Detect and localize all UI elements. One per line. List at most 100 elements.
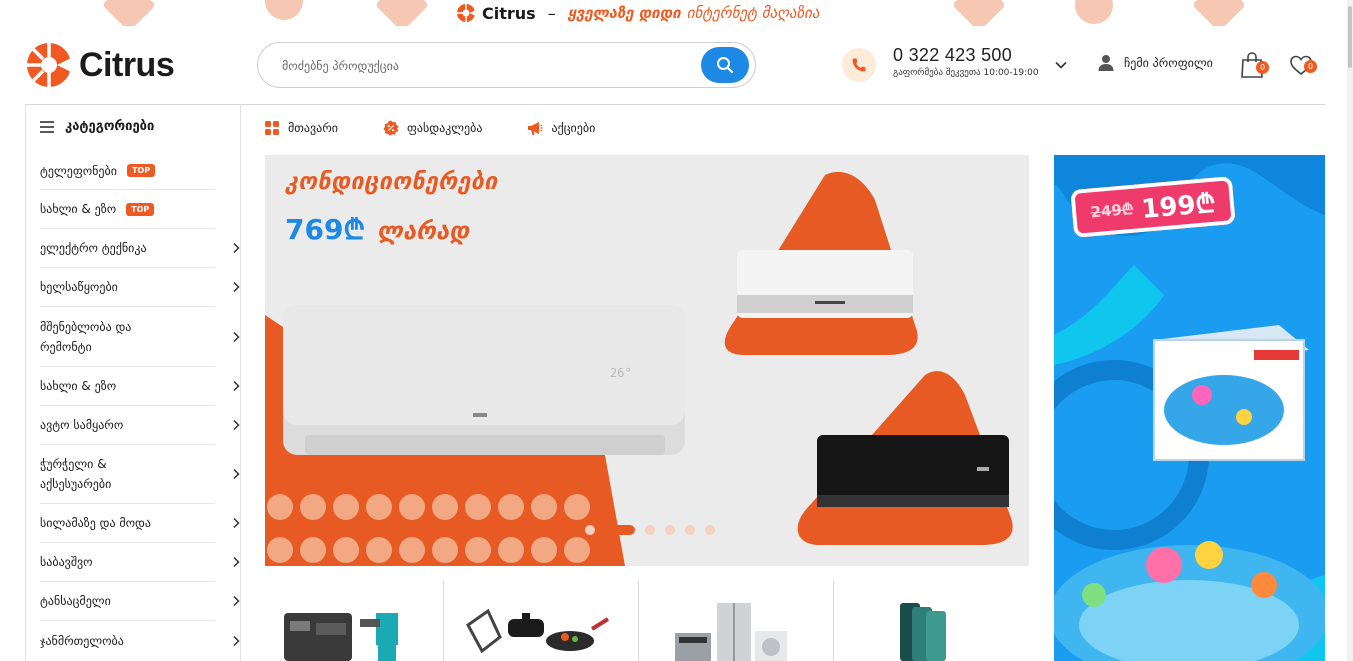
- chevron-right-icon: [233, 419, 240, 431]
- search-bar: [257, 42, 756, 88]
- appliances-image: [675, 603, 787, 661]
- phone-number[interactable]: 0 322 423 500: [893, 45, 1012, 66]
- tile-divider: [833, 581, 834, 661]
- banner-price-value: 769₾: [285, 213, 366, 246]
- chevron-down-icon[interactable]: [1054, 58, 1068, 72]
- category-item-health[interactable]: ჯანმრთელობა: [40, 621, 240, 660]
- category-label: ტანსაცმელი: [40, 594, 111, 608]
- tile-divider: [638, 581, 639, 661]
- chevron-right-icon: [233, 635, 240, 646]
- page-scrollbar[interactable]: [1347, 0, 1353, 661]
- categories-toggle[interactable]: კატეგორიები: [39, 119, 154, 134]
- promo-slogan-bold: ყველაზე დიდი: [567, 4, 681, 22]
- category-item-tableware[interactable]: ჭურჭელი & აქსესუარები: [40, 445, 240, 504]
- discount-icon: [383, 120, 399, 136]
- category-item-phones[interactable]: ტელეფონები TOP: [40, 152, 215, 190]
- profile-link[interactable]: ჩემი პროფილი: [1097, 54, 1213, 72]
- tile-phones[interactable]: [850, 581, 1000, 661]
- phone-icon[interactable]: [842, 48, 876, 82]
- category-item-tools[interactable]: ხელსაწყოები: [40, 268, 240, 307]
- category-item-construction[interactable]: მშენებლობა და რემონტი: [40, 307, 240, 367]
- carousel-dot[interactable]: [645, 525, 655, 535]
- category-label: სახლი & ეზო: [40, 202, 117, 216]
- chevron-right-icon: [233, 242, 240, 254]
- chevron-right-icon: [233, 556, 240, 568]
- carousel-dots: [585, 525, 715, 535]
- search-input[interactable]: [282, 55, 702, 77]
- decor-shape: [1067, 0, 1121, 26]
- promo-brand: Citrus: [482, 3, 536, 23]
- category-item-electronics[interactable]: ელექტრო ტექნიკა: [40, 229, 240, 268]
- chevron-right-icon: [233, 281, 240, 293]
- hero-banner[interactable]: 26° კონდიციონერები 769₾ ლარად: [265, 155, 1029, 566]
- decor-shape: [375, 0, 429, 26]
- cart-button[interactable]: 0: [1240, 51, 1269, 81]
- cart-count-badge: 0: [1256, 61, 1269, 74]
- wishlist-count-badge: 0: [1304, 60, 1317, 73]
- category-item-clothing[interactable]: ტანსაცმელი: [40, 582, 240, 621]
- search-button[interactable]: [701, 47, 749, 83]
- category-item-beauty-fashion[interactable]: სილამაზე და მოდა: [40, 504, 240, 543]
- promo-slogan-light: ინტერნეტ მაღაზია: [686, 4, 820, 22]
- banner-price-suffix: ლარად: [377, 217, 470, 245]
- carousel-dot[interactable]: [705, 525, 715, 535]
- nav-discounts[interactable]: ფასდაკლება: [383, 120, 482, 136]
- promo-message: Citrus – ყველაზე დიდი ინტერნეტ მაღაზია: [456, 2, 819, 24]
- grid-icon: [265, 121, 279, 135]
- chevron-right-icon: [233, 380, 240, 392]
- category-label: ავტო სამყარო: [40, 418, 124, 432]
- decor-shape: [952, 0, 1006, 26]
- phones-image: [900, 603, 946, 661]
- category-item-kids[interactable]: საბავშვო: [40, 543, 240, 582]
- megaphone-icon: [528, 122, 543, 135]
- category-item-home-garden[interactable]: სახლი & ეზო TOP: [40, 190, 215, 229]
- tile-appliances[interactable]: [655, 581, 805, 661]
- chevron-right-icon: [233, 468, 240, 480]
- carousel-dot[interactable]: [685, 525, 695, 535]
- chevron-right-icon: [233, 517, 240, 529]
- promo-strip[interactable]: Citrus – ყველაზე დიდი ინტერნეტ მაღაზია: [0, 0, 1353, 26]
- main-nav: მთავარი ფასდაკლება აქციები: [264, 120, 640, 136]
- promo-dash: –: [547, 3, 556, 23]
- top-badge: TOP: [126, 202, 155, 216]
- carousel-dot-active[interactable]: [605, 525, 635, 535]
- top-badge: TOP: [126, 164, 156, 177]
- category-label: ჯანმრთელობა: [40, 633, 124, 648]
- wishlist-button[interactable]: 0: [1289, 54, 1319, 80]
- user-icon: [1098, 55, 1114, 71]
- category-sidebar: კატეგორიები ტელეფონები TOP სახლი & ეზო T…: [25, 105, 241, 661]
- svg-text:26°: 26°: [610, 366, 632, 380]
- home-garden-image: [466, 608, 610, 654]
- carousel-dot[interactable]: [665, 525, 675, 535]
- banner-title: კონდიციონერები: [285, 169, 498, 195]
- phone-handset-icon: [852, 58, 866, 72]
- category-label: ელექტრო ტექნიკა: [40, 241, 147, 255]
- decor-shape: [257, 0, 311, 26]
- category-tiles: [265, 581, 1029, 661]
- nav-label: მთავარი: [288, 121, 338, 135]
- search-icon: [717, 57, 734, 74]
- nav-promotions[interactable]: აქციები: [527, 120, 595, 136]
- carousel-dot[interactable]: [585, 525, 595, 535]
- side-promo-banner[interactable]: 249₾ 199₾: [1054, 155, 1325, 661]
- scrollbar-thumb[interactable]: [1348, 6, 1352, 68]
- logo-text: Citrus: [79, 45, 175, 84]
- tile-home-garden[interactable]: [460, 581, 610, 661]
- categories-title: კატეგორიები: [65, 119, 155, 134]
- nav-label: აქციები: [551, 121, 596, 135]
- new-price: 199₾: [1140, 188, 1217, 225]
- nav-home[interactable]: მთავარი: [264, 120, 338, 136]
- decor-shape: [1192, 0, 1246, 26]
- category-label: ხელსაწყოები: [40, 280, 118, 294]
- citrus-logo-icon: [27, 43, 73, 87]
- profile-label: ჩემი პროფილი: [1124, 56, 1213, 70]
- site-header: Citrus 0 322 423 500 გაფორმება შეკვეთა 1…: [0, 26, 1353, 104]
- category-list: ტელეფონები TOP სახლი & ეზო TOP ელექტრო ტ…: [40, 152, 240, 660]
- category-item-auto[interactable]: ავტო სამყარო: [40, 406, 240, 445]
- chevron-right-icon: [233, 331, 240, 342]
- category-item-home-garden-2[interactable]: სახლი & ეზო: [40, 367, 240, 406]
- tile-tools[interactable]: [280, 581, 430, 661]
- site-logo[interactable]: Citrus: [25, 41, 175, 89]
- old-price: 249₾: [1089, 199, 1135, 222]
- hamburger-menu-icon: [40, 120, 54, 133]
